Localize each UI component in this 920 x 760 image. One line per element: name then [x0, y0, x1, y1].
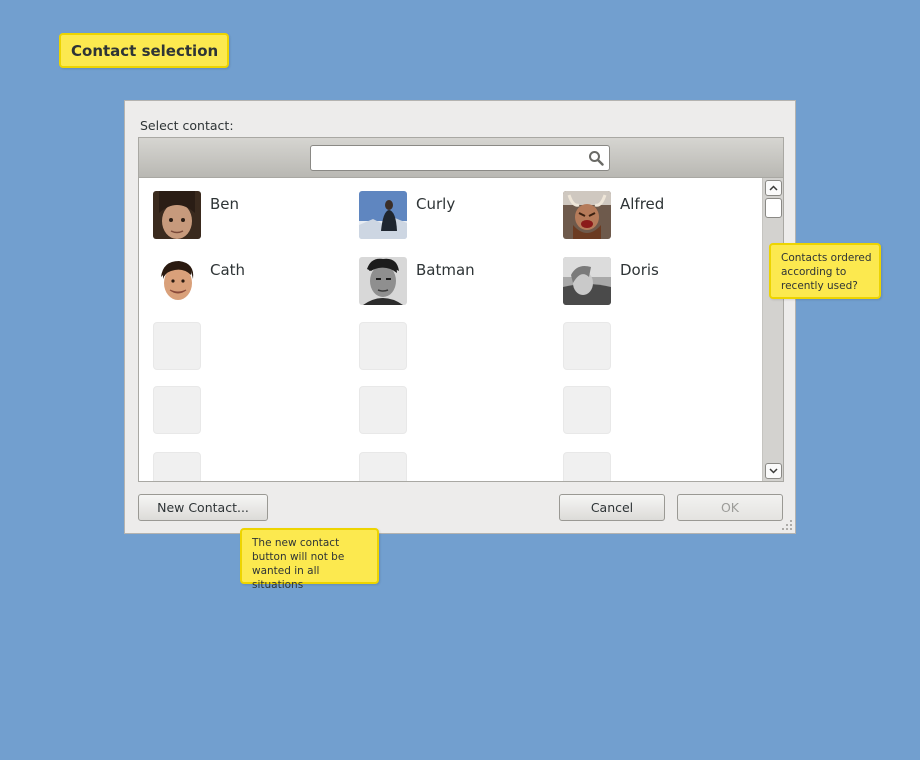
placeholder-avatar	[359, 322, 407, 370]
title-note: Contact selection	[59, 33, 229, 68]
select-contact-label: Select contact:	[140, 118, 234, 133]
resize-grip-icon[interactable]	[781, 519, 793, 531]
contact-name: Alfred	[620, 195, 665, 213]
chevron-down-icon	[769, 468, 778, 474]
placeholder-avatar	[153, 452, 201, 481]
contact-item[interactable]: Ben	[153, 191, 239, 239]
chevron-up-icon	[769, 185, 778, 191]
cancel-button[interactable]: Cancel	[559, 494, 665, 521]
placeholder-avatar	[563, 386, 611, 434]
placeholder-avatar	[563, 452, 611, 481]
contact-dialog: Select contact: Ben Curly Alfred Cath Ba…	[124, 100, 796, 534]
scroll-thumb[interactable]	[765, 198, 782, 218]
contact-name: Curly	[416, 195, 456, 213]
contact-avatar	[153, 191, 201, 239]
placeholder-avatar	[359, 452, 407, 481]
contact-name: Batman	[416, 261, 475, 279]
ordering-note: Contacts ordered according to recently u…	[769, 243, 881, 299]
placeholder-avatar	[153, 322, 201, 370]
contact-avatar	[153, 257, 201, 305]
contact-item[interactable]: Doris	[563, 257, 659, 305]
empty-contact-slot	[359, 386, 407, 434]
search-input[interactable]	[310, 145, 610, 171]
search-bar	[138, 137, 784, 178]
contact-list[interactable]: Ben Curly Alfred Cath Batman Doris	[138, 178, 784, 482]
empty-contact-slot	[153, 452, 201, 481]
placeholder-avatar	[563, 322, 611, 370]
scroll-down-button[interactable]	[765, 463, 782, 479]
placeholder-avatar	[359, 386, 407, 434]
empty-contact-slot	[563, 322, 611, 370]
contact-avatar	[359, 257, 407, 305]
empty-contact-slot	[153, 322, 201, 370]
new-contact-button[interactable]: New Contact...	[138, 494, 268, 521]
search-icon[interactable]	[588, 150, 604, 166]
contact-name: Doris	[620, 261, 659, 279]
contact-name: Ben	[210, 195, 240, 213]
contact-item[interactable]: Batman	[359, 257, 475, 305]
contact-avatar	[563, 257, 611, 305]
empty-contact-slot	[359, 322, 407, 370]
placeholder-avatar	[153, 386, 201, 434]
contact-avatar	[563, 191, 611, 239]
contact-name: Cath	[210, 261, 246, 279]
empty-contact-slot	[563, 386, 611, 434]
empty-contact-slot	[359, 452, 407, 481]
contact-item[interactable]: Curly	[359, 191, 455, 239]
contact-item[interactable]: Cath	[153, 257, 245, 305]
ok-button[interactable]: OK	[677, 494, 783, 521]
empty-contact-slot	[563, 452, 611, 481]
scroll-up-button[interactable]	[765, 180, 782, 196]
empty-contact-slot	[153, 386, 201, 434]
contact-avatar	[359, 191, 407, 239]
vertical-scrollbar[interactable]	[762, 178, 783, 481]
contact-item[interactable]: Alfred	[563, 191, 664, 239]
new-contact-note: The new contact button will not be wante…	[240, 528, 379, 591]
